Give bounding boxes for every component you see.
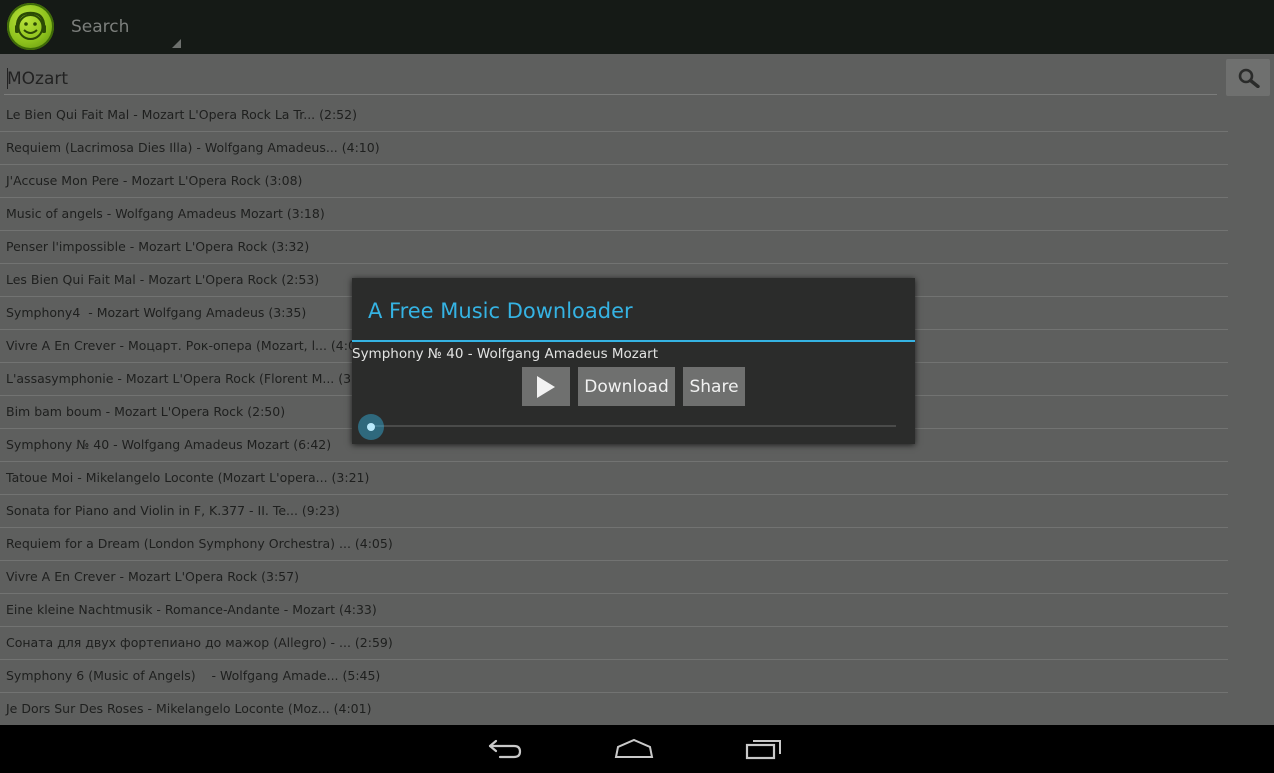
dialog-title: A Free Music Downloader bbox=[368, 299, 633, 323]
back-button[interactable] bbox=[486, 735, 526, 767]
list-item-label: Requiem for a Dream (London Symphony Orc… bbox=[6, 536, 393, 551]
list-item-label: Symphony 6 (Music of Angels) - Wolfgang … bbox=[6, 668, 381, 683]
list-item[interactable]: Requiem for a Dream (London Symphony Orc… bbox=[0, 528, 1228, 561]
list-item[interactable]: Sonata for Piano and Violin in F, K.377 … bbox=[0, 495, 1228, 528]
list-item-label: L'assasymphonie - Mozart L'Opera Rock (F… bbox=[6, 371, 377, 386]
home-icon bbox=[614, 738, 654, 758]
recent-apps-button[interactable] bbox=[744, 735, 784, 767]
search-input[interactable]: MOzart bbox=[4, 60, 1217, 95]
list-item[interactable]: Symphony 6 (Music of Angels) - Wolfgang … bbox=[0, 660, 1228, 693]
list-item[interactable]: Соната для двух фортепиано до мажор (All… bbox=[0, 627, 1228, 660]
share-button[interactable]: Share bbox=[683, 367, 745, 406]
seek-bar-thumb[interactable] bbox=[358, 414, 384, 440]
dialog-title-divider bbox=[352, 340, 915, 342]
list-item[interactable]: Vivre A En Crever - Mozart L'Opera Rock … bbox=[0, 561, 1228, 594]
spinner-dropdown-indicator-icon bbox=[172, 39, 181, 48]
recent-apps-icon bbox=[745, 740, 781, 760]
list-item[interactable]: Je Dors Sur Des Roses - Mikelangelo Loco… bbox=[0, 693, 1228, 726]
list-item-label: Requiem (Lacrimosa Dies Illa) - Wolfgang… bbox=[6, 140, 380, 155]
search-button[interactable] bbox=[1226, 59, 1270, 96]
list-item-label: Sonata for Piano and Violin in F, K.377 … bbox=[6, 503, 340, 518]
list-item-label: J'Accuse Mon Pere - Mozart L'Opera Rock … bbox=[6, 173, 303, 188]
list-item-label: Vivre A En Crever - Mozart L'Opera Rock … bbox=[6, 569, 299, 584]
system-navigation-bar bbox=[0, 725, 1274, 773]
search-icon bbox=[1238, 68, 1260, 88]
list-item-label: Соната для двух фортепиано до мажор (All… bbox=[6, 635, 393, 650]
list-item[interactable]: Penser l'impossible - Mozart L'Opera Roc… bbox=[0, 231, 1228, 264]
list-item-label: Eine kleine Nachtmusik - Romance-Andante… bbox=[6, 602, 377, 617]
list-item-label: Bim bam boum - Mozart L'Opera Rock (2:50… bbox=[6, 404, 286, 419]
action-bar: Search bbox=[0, 0, 1274, 54]
back-icon bbox=[488, 739, 522, 759]
dialog-song-title: Symphony № 40 - Wolfgang Amadeus Mozart bbox=[352, 346, 658, 362]
play-button[interactable] bbox=[522, 367, 570, 406]
list-item-label: Symphony4 - Mozart Wolfgang Amadeus (3:3… bbox=[6, 305, 307, 320]
list-item[interactable]: Music of angels - Wolfgang Amadeus Mozar… bbox=[0, 198, 1228, 231]
seek-bar-track[interactable] bbox=[372, 425, 896, 427]
list-item[interactable]: J'Accuse Mon Pere - Mozart L'Opera Rock … bbox=[0, 165, 1228, 198]
list-item[interactable]: Eine kleine Nachtmusik - Romance-Andante… bbox=[0, 594, 1228, 627]
download-button[interactable]: Download bbox=[578, 367, 675, 406]
list-item-label: Le Bien Qui Fait Mal - Mozart L'Opera Ro… bbox=[6, 107, 357, 122]
list-item[interactable]: Tatoue Moi - Mikelangelo Loconte (Mozart… bbox=[0, 462, 1228, 495]
home-button[interactable] bbox=[614, 735, 654, 767]
list-item-label: Penser l'impossible - Mozart L'Opera Roc… bbox=[6, 239, 310, 254]
list-item-label: Music of angels - Wolfgang Amadeus Mozar… bbox=[6, 206, 325, 221]
list-item-label: Tatoue Moi - Mikelangelo Loconte (Mozart… bbox=[6, 470, 370, 485]
list-item-label: Je Dors Sur Des Roses - Mikelangelo Loco… bbox=[6, 701, 372, 716]
search-query-text: MOzart bbox=[7, 69, 69, 89]
list-item-label: Symphony № 40 - Wolfgang Amadeus Mozart … bbox=[6, 437, 332, 452]
list-item[interactable]: Le Bien Qui Fait Mal - Mozart L'Opera Ro… bbox=[0, 99, 1228, 132]
search-mode-spinner[interactable]: Search bbox=[64, 0, 184, 50]
list-item-label: Vivre A En Crever - Моцарт. Рок-опера (M… bbox=[6, 338, 369, 353]
spinner-label: Search bbox=[71, 17, 130, 37]
list-item-label: Les Bien Qui Fait Mal - Mozart L'Opera R… bbox=[6, 272, 320, 287]
play-icon bbox=[537, 375, 555, 398]
list-item[interactable]: Requiem (Lacrimosa Dies Illa) - Wolfgang… bbox=[0, 132, 1228, 165]
app-logo-icon[interactable] bbox=[7, 3, 54, 50]
player-dialog: A Free Music Downloader Symphony № 40 - … bbox=[352, 278, 915, 444]
